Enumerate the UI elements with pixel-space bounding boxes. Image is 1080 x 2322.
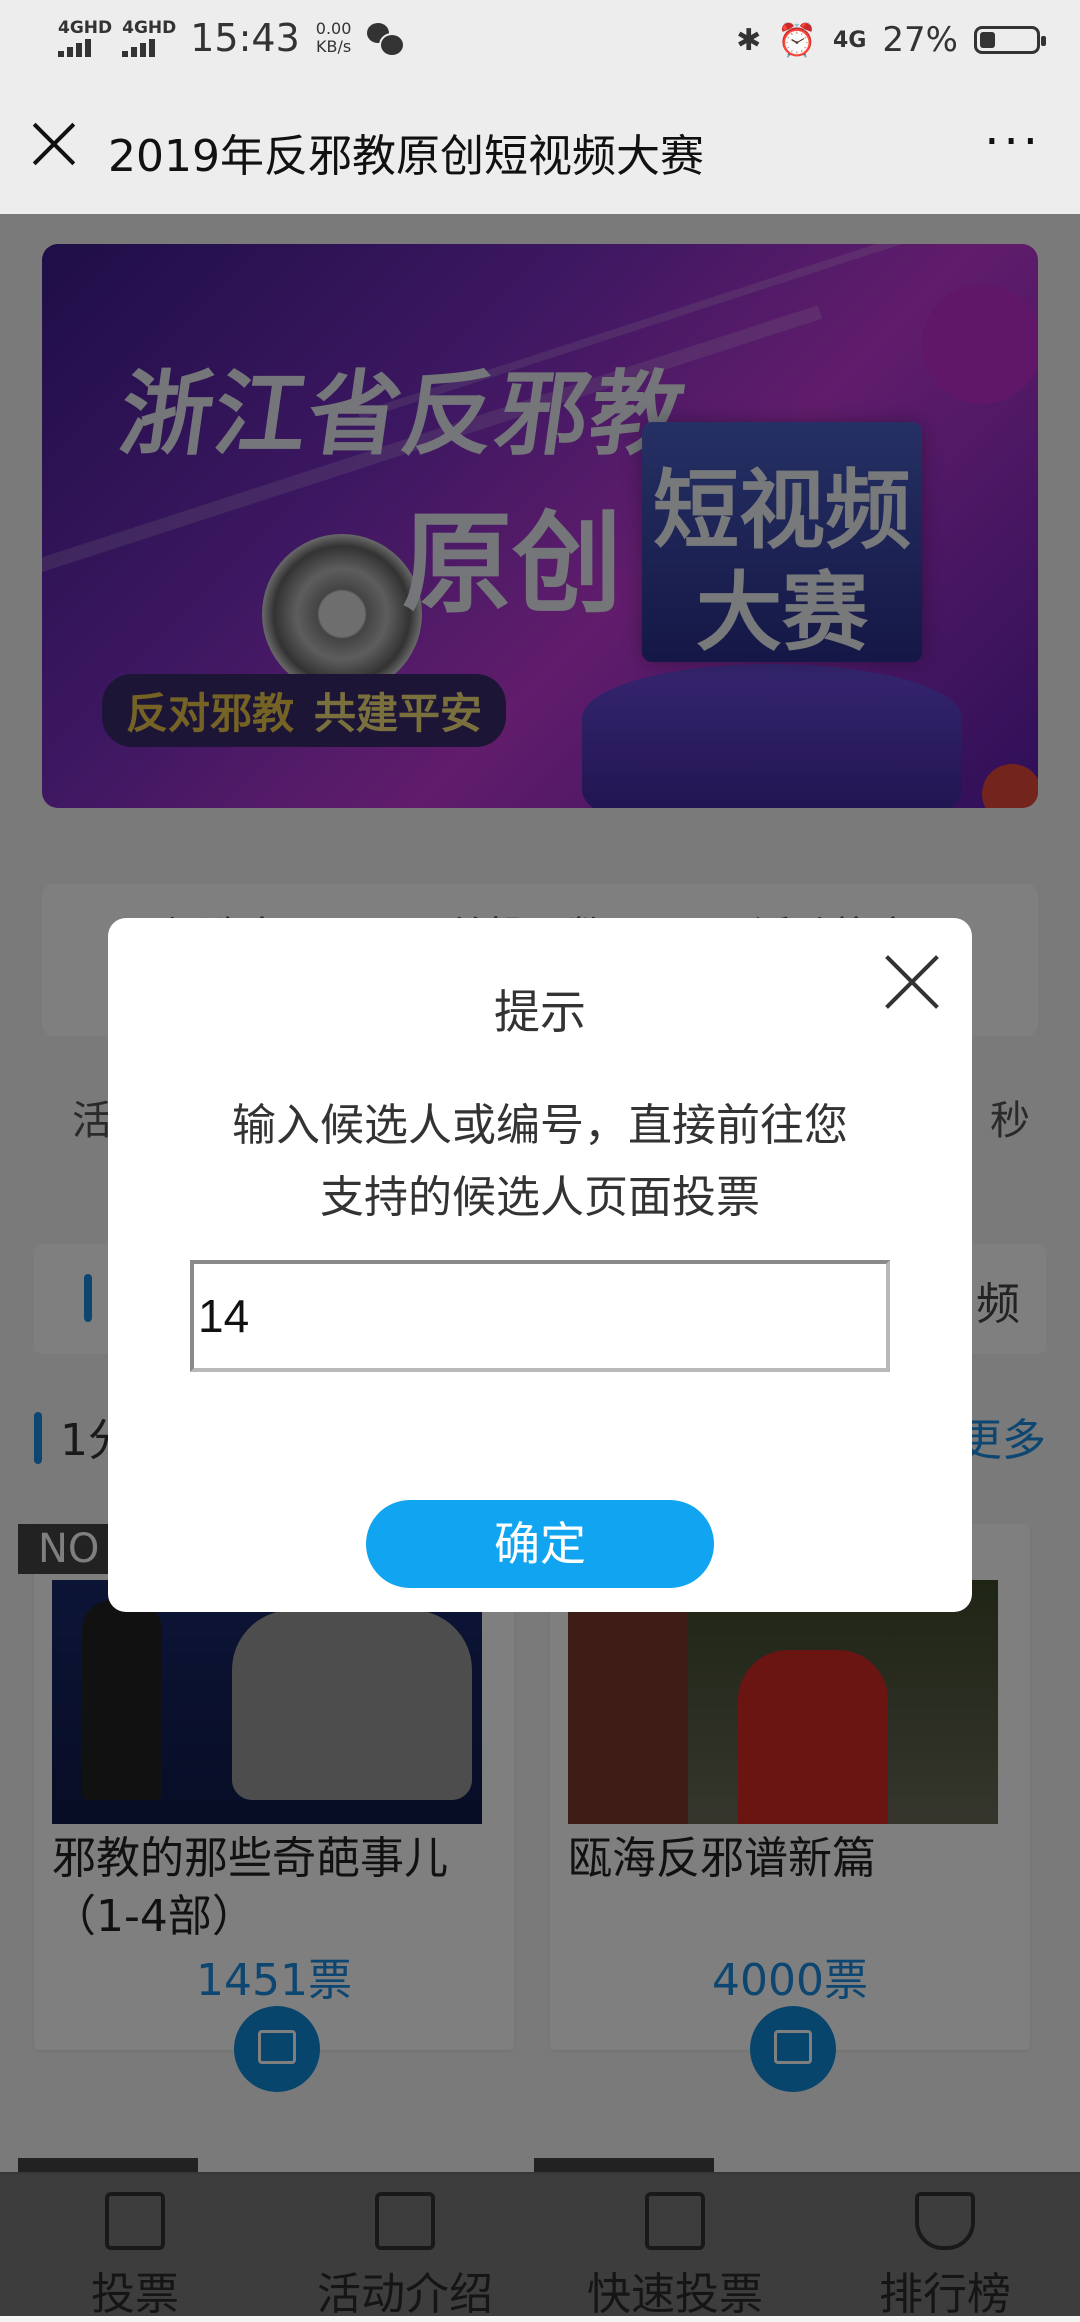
battery-level: [980, 32, 995, 48]
dialog-title: 提示: [494, 985, 586, 1039]
network-speed-value: 0.00: [315, 19, 352, 38]
status-left: 4GHD 4GHD 15:43 0.00 KB/s: [58, 16, 406, 60]
clock: 15:43: [190, 16, 300, 60]
signal-2-label: 4GHD: [122, 18, 177, 38]
network-speed-unit: KB/s: [315, 37, 352, 56]
network-type: 4G: [833, 27, 867, 53]
bluetooth-icon: ✱: [736, 22, 762, 58]
alarm-icon: ⏰: [777, 21, 818, 59]
signal-bars-icon: [122, 37, 162, 57]
modal-overlay-tabbar[interactable]: [0, 2172, 1080, 2316]
wechat-icon: [367, 23, 406, 57]
quick-vote-dialog: 提示 输入候选人或编号，直接前往您 支持的候选人页面投票 确定: [108, 918, 972, 1612]
status-right: ✱ ⏰ 4G 27%: [736, 20, 1046, 60]
page-title: 2019年反邪教原创短视频大赛: [108, 131, 704, 182]
network-speed: 0.00 KB/s: [316, 20, 352, 56]
dialog-message-line2: 支持的候选人页面投票: [320, 1172, 760, 1223]
battery-percent: 27%: [882, 20, 958, 60]
signal-1-label: 4GHD: [58, 18, 113, 38]
status-bar: 4GHD 4GHD 15:43 0.00 KB/s ✱ ⏰ 4G 27%: [0, 0, 1080, 84]
candidate-number-input[interactable]: [190, 1260, 890, 1372]
dialog-message: 输入候选人或编号，直接前往您 支持的候选人页面投票: [168, 1090, 912, 1234]
signal-1: 4GHD: [58, 19, 112, 57]
more-icon[interactable]: ···: [984, 118, 1042, 166]
confirm-button[interactable]: 确定: [366, 1500, 714, 1588]
battery-icon: [974, 26, 1046, 54]
close-icon[interactable]: [884, 954, 940, 1010]
navigation-bar: 2019年反邪教原创短视频大赛 ···: [0, 84, 1080, 214]
dialog-message-line1: 输入候选人或编号，直接前往您: [232, 1100, 848, 1151]
signal-2: 4GHD: [122, 19, 176, 57]
signal-bars-icon: [58, 37, 98, 57]
close-icon[interactable]: [32, 122, 76, 166]
